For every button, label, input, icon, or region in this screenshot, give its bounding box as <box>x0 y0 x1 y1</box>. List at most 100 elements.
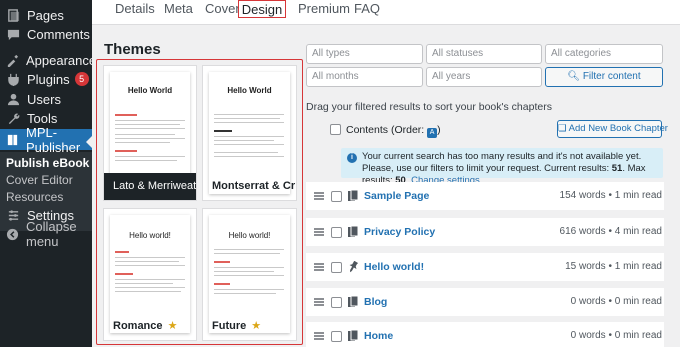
preview-text-line <box>214 275 284 276</box>
theme-card-label: Montserrat & Cr… <box>212 180 296 192</box>
page-icon <box>348 329 359 342</box>
menu-label: MPL-Publisher <box>26 124 81 155</box>
menu-label: Plugins <box>27 71 70 87</box>
page-icon <box>348 225 359 238</box>
contents-label-text: Contents (Order: <box>346 124 425 136</box>
drag-handle-icon[interactable] <box>314 332 324 340</box>
menu-item-users[interactable]: Users <box>0 89 92 109</box>
submenu-resources[interactable]: Resources <box>6 190 63 204</box>
preview-text-line <box>214 293 276 294</box>
chapter-checkbox[interactable] <box>331 297 342 308</box>
submenu-publish-ebook[interactable]: Publish eBook <box>6 156 89 170</box>
plugins-update-badge: 5 <box>74 72 89 86</box>
tab-premium[interactable]: Premium <box>298 0 350 18</box>
submenu-cover-editor[interactable]: Cover Editor <box>6 173 73 187</box>
preview-title: Hello world! <box>129 231 171 240</box>
menu-label: Appearance <box>26 52 97 68</box>
page-icon <box>348 295 359 308</box>
theme-card-romance[interactable]: Hello world! Romance ★ <box>103 208 197 341</box>
chapter-row[interactable]: Blog 0 words • 0 min read <box>306 288 664 317</box>
chapter-row[interactable]: Sample Page 154 words • 1 min read <box>306 182 664 211</box>
chapter-checkbox[interactable] <box>331 262 342 273</box>
types-select[interactable]: All types <box>306 44 423 64</box>
chapter-title-link[interactable]: Sample Page <box>364 190 429 202</box>
theme-name: Romance <box>113 320 163 332</box>
categories-select[interactable]: All categories <box>545 44 663 64</box>
chapter-meta: 154 words • 1 min read <box>559 190 662 201</box>
preview-accent <box>214 261 230 263</box>
pin-icon <box>348 260 359 273</box>
preview-text-line <box>115 120 185 121</box>
preview-text-line <box>214 140 274 141</box>
tab-cover[interactable]: Cover <box>205 0 240 18</box>
drag-handle-icon[interactable] <box>314 263 324 271</box>
collapse-icon <box>6 227 19 241</box>
years-select[interactable]: All years <box>426 67 542 87</box>
menu-label: Collapse menu <box>26 219 77 249</box>
chapter-meta: 15 words • 1 min read <box>565 261 662 272</box>
chapter-checkbox[interactable] <box>331 227 342 238</box>
months-select[interactable]: All months <box>306 67 423 87</box>
preview-accent <box>115 251 129 253</box>
menu-item-mpl-publisher[interactable]: MPL-Publisher <box>0 125 92 155</box>
theme-card-lato-merriweather[interactable]: Hello World Lato & Merriweat… <box>103 65 197 201</box>
theme-card-montserrat[interactable]: Hello World Montserrat & Cr… <box>202 65 297 201</box>
chapter-checkbox[interactable] <box>331 191 342 202</box>
search-icon: 🔍︎ <box>567 71 581 82</box>
chapter-row[interactable]: Hello world! 15 words • 1 min read <box>306 253 664 282</box>
chapter-row[interactable]: Home 0 words • 0 min read <box>306 322 664 347</box>
notice-current-results: 51 <box>611 163 623 174</box>
preview-text-line <box>214 271 274 272</box>
drag-handle-icon[interactable] <box>314 192 324 200</box>
preview-accent <box>115 273 133 275</box>
theme-card-future[interactable]: Hello world! Future ★ <box>202 208 297 341</box>
chapter-title-link[interactable]: Hello world! <box>364 261 424 273</box>
order-sort-icon[interactable]: A <box>427 128 438 138</box>
menu-item-appearance[interactable]: Appearance <box>0 50 96 70</box>
preview-text-line <box>115 283 173 284</box>
contents-label-close: ) <box>437 124 441 136</box>
preview-text-line <box>115 279 185 280</box>
chapter-checkbox[interactable] <box>331 331 342 342</box>
preview-text-line <box>115 128 185 129</box>
tools-icon <box>6 111 20 125</box>
select-all-checkbox[interactable] <box>330 124 341 135</box>
tab-meta[interactable]: Meta <box>164 0 193 18</box>
chapter-row[interactable]: Privacy Policy 616 words • 4 min read <box>306 218 664 247</box>
preview-text-line <box>115 124 180 125</box>
plugins-icon <box>6 72 20 86</box>
collapse-menu-button[interactable]: Collapse menu <box>0 219 92 249</box>
tab-faq[interactable]: FAQ <box>354 0 380 18</box>
tab-details[interactable]: Details <box>115 0 155 18</box>
add-page-icon: ❏ <box>558 123 567 134</box>
add-new-chapter-button[interactable]: ❏ Add New Book Chapter <box>557 120 668 138</box>
filter-content-button[interactable]: 🔍︎ Filter content <box>545 67 663 87</box>
menu-label: Users <box>27 91 61 107</box>
admin-sidebar: Pages Comments Appearance Plugins 5 User… <box>0 0 96 347</box>
menu-item-pages[interactable]: Pages <box>0 5 92 25</box>
chapter-title-link[interactable]: Privacy Policy <box>364 226 435 238</box>
preview-accent <box>214 283 230 285</box>
appearance-icon <box>6 53 19 67</box>
current-menu-arrow <box>86 136 92 148</box>
preview-title: Hello World <box>227 86 272 95</box>
menu-item-comments[interactable]: Comments <box>0 24 92 44</box>
chapter-meta: 616 words • 4 min read <box>559 226 662 237</box>
drag-handle-icon[interactable] <box>314 298 324 306</box>
preview-text-line <box>115 261 179 262</box>
info-icon: i <box>347 153 357 163</box>
preview-text-line <box>214 144 284 145</box>
chapter-title-link[interactable]: Home <box>364 330 393 342</box>
add-button-label: Add New Book Chapter <box>568 123 668 134</box>
preview-text-line <box>115 257 185 258</box>
too-many-results-notice: i Your current search has too many resul… <box>341 148 663 186</box>
statuses-select[interactable]: All statuses <box>426 44 542 64</box>
tab-design[interactable]: Design <box>238 0 286 18</box>
menu-item-plugins[interactable]: Plugins 5 <box>0 69 92 89</box>
chapter-meta: 0 words • 0 min read <box>570 296 662 307</box>
preview-title: Hello World <box>127 86 173 95</box>
drag-handle-icon[interactable] <box>314 228 324 236</box>
filter-button-label: Filter content <box>582 71 641 82</box>
drag-instruction: Drag your filtered results to sort your … <box>306 101 552 113</box>
chapter-title-link[interactable]: Blog <box>364 296 387 308</box>
